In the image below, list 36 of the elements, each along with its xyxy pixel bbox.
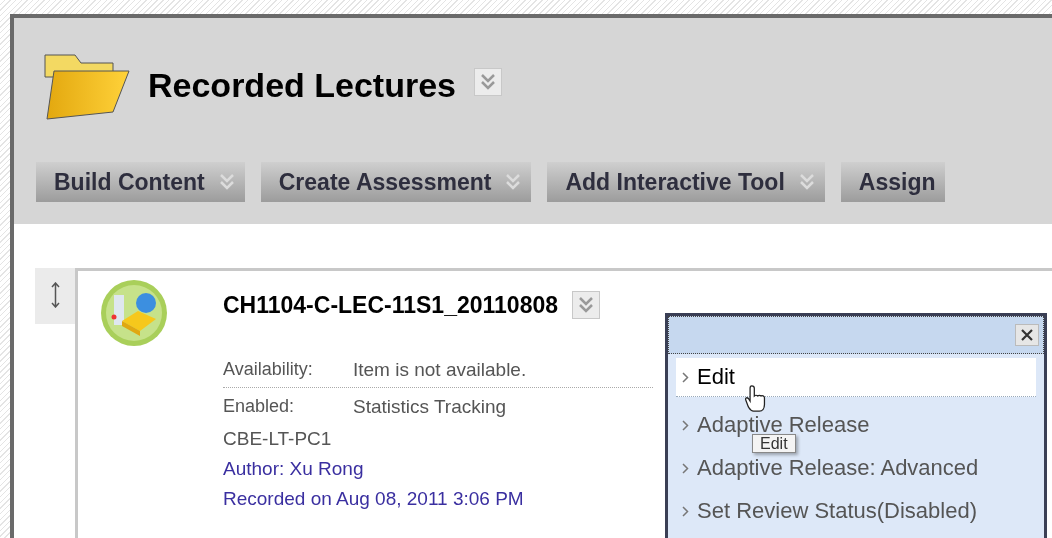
recording-icon [100,279,168,347]
hand-cursor-icon [745,384,767,413]
caret-icon [682,419,689,431]
folder-icon [44,54,130,120]
menu-item[interactable]: Edit [676,358,1036,397]
page-title: Recorded Lectures [148,66,456,105]
item-meta-text: Recorded on Aug 08, 2011 3:06 PM [223,487,525,511]
caret-icon [682,371,689,383]
item-title[interactable]: CH1104-C-LEC-11S1_20110808 [223,291,558,319]
chevron-down-icon [218,173,235,191]
close-button[interactable] [1015,324,1039,346]
item-detail-text: CBE-LT-PC1 [223,427,333,451]
toolbar-button[interactable]: Build Content [36,162,245,202]
close-icon [1021,329,1033,341]
menu-item[interactable]: Adaptive Release: Advanced [676,456,1036,480]
toolbar-button[interactable]: Assign [840,162,946,202]
chevron-down-icon [505,173,522,191]
caret-icon [682,505,689,517]
item-options-button[interactable] [572,291,600,319]
options-button[interactable] [474,68,502,96]
caret-icon [682,462,689,474]
move-icon [50,282,60,308]
tooltip: Edit [752,434,796,453]
item-meta-text: Author: Xu Rong [223,457,365,481]
toolbar-button[interactable]: Create Assessment [260,162,532,202]
drag-handle[interactable] [35,268,75,324]
chevron-down-icon [578,296,594,314]
chevron-down-icon [480,73,496,91]
menu-item[interactable]: Adaptive Release [676,413,1036,437]
availability-value: Item is not available. [353,359,527,381]
availability-label: Availability: [223,359,314,381]
enabled-label: Enabled: [223,396,296,418]
toolbar-button[interactable]: Add Interactive Tool [547,162,825,202]
enabled-value: Statistics Tracking [353,396,507,418]
chevron-down-icon [798,173,815,191]
menu-item[interactable]: Set Review Status(Disabled) [676,499,1036,523]
